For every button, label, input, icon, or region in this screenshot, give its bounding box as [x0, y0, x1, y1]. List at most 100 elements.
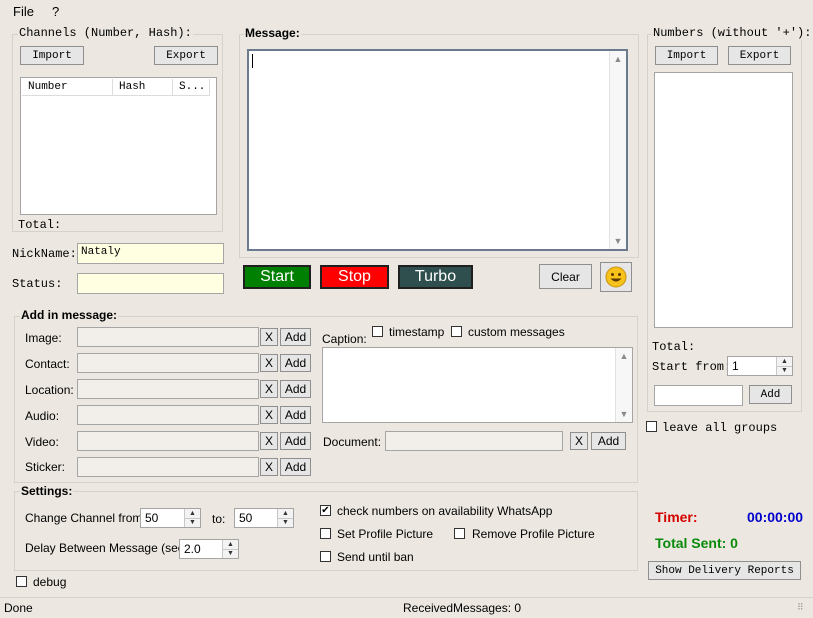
caption-scrollbar[interactable]: ▲ ▼ [615, 348, 632, 422]
delay-value: 2.0 [184, 542, 201, 556]
caption-textarea[interactable]: ▲ ▼ [322, 347, 633, 423]
send-until-ban-label: Send until ban [337, 550, 414, 564]
timer-value: 00:00:00 [747, 509, 804, 525]
stepper-down-icon[interactable]: ▼ [777, 365, 792, 375]
nickname-label: NickName: [12, 247, 77, 261]
menu-file[interactable]: File [13, 4, 34, 19]
message-title: Message: [244, 26, 301, 40]
location-add-button[interactable]: Add [280, 380, 311, 398]
contact-label: Contact: [25, 357, 70, 371]
numbers-export-button[interactable]: Export [728, 46, 791, 65]
location-clear-button[interactable]: X [260, 380, 278, 398]
number-add-input[interactable] [654, 385, 743, 406]
video-input[interactable] [77, 431, 259, 451]
channels-export-button[interactable]: Export [154, 46, 218, 65]
turbo-button[interactable]: Turbo [398, 265, 473, 289]
video-clear-button[interactable]: X [260, 432, 278, 450]
numbers-textarea[interactable] [654, 72, 793, 328]
stop-button[interactable]: Stop [320, 265, 389, 289]
clear-button[interactable]: Clear [539, 264, 592, 289]
stepper-down-icon[interactable]: ▼ [185, 517, 200, 527]
emoji-button[interactable] [600, 262, 632, 292]
set-profile-checkbox[interactable] [320, 528, 331, 539]
message-textarea[interactable]: ▲ ▼ [247, 49, 628, 251]
audio-add-button[interactable]: Add [280, 406, 311, 424]
video-label: Video: [25, 435, 59, 449]
remove-profile-label: Remove Profile Picture [472, 527, 595, 541]
menu-bar: File ? [0, 0, 813, 22]
add-in-message-title: Add in message: [20, 308, 119, 322]
timestamp-checkbox[interactable] [372, 326, 383, 337]
menu-help[interactable]: ? [52, 4, 59, 19]
channels-import-button[interactable]: Import [20, 46, 84, 65]
message-scrollbar[interactable]: ▲ ▼ [609, 51, 626, 249]
channels-total-label: Total: [18, 218, 62, 232]
sticker-clear-button[interactable]: X [260, 458, 278, 476]
contact-clear-button[interactable]: X [260, 354, 278, 372]
location-input[interactable] [77, 379, 259, 399]
status-input[interactable] [77, 273, 224, 294]
start-from-label: Start from: [652, 360, 732, 374]
sticker-add-button[interactable]: Add [280, 458, 311, 476]
column-header-number[interactable]: Number [22, 79, 113, 96]
status-bar: Done ReceivedMessages: 0 ⠿ [0, 597, 813, 618]
status-label: Status: [12, 277, 63, 291]
contact-add-button[interactable]: Add [280, 354, 311, 372]
image-label: Image: [25, 331, 62, 345]
stepper-down-icon[interactable]: ▼ [223, 548, 238, 558]
column-header-hash[interactable]: Hash [113, 79, 173, 96]
start-from-value: 1 [732, 359, 739, 373]
debug-checkbox[interactable] [16, 576, 27, 587]
timestamp-label: timestamp [389, 325, 445, 339]
stepper-up-icon[interactable]: ▲ [223, 540, 238, 549]
timer-label: Timer: [655, 509, 698, 525]
audio-clear-button[interactable]: X [260, 406, 278, 424]
debug-label: debug [33, 575, 67, 589]
leave-groups-checkbox[interactable] [646, 421, 657, 432]
change-channel-from-value: 50 [145, 511, 159, 525]
channels-table[interactable]: Number Hash S... [20, 77, 217, 215]
change-channel-to-stepper[interactable]: 50 ▲ ▼ [234, 508, 294, 528]
delay-stepper[interactable]: 2.0 ▲ ▼ [179, 539, 239, 559]
custom-messages-checkbox[interactable] [451, 326, 462, 337]
nickname-input[interactable]: Nataly [77, 243, 224, 264]
show-delivery-reports-button[interactable]: Show Delivery Reports [648, 561, 801, 580]
document-add-button[interactable]: Add [591, 432, 626, 450]
received-messages: ReceivedMessages: 0 [403, 601, 522, 615]
audio-input[interactable] [77, 405, 259, 425]
remove-profile-checkbox[interactable] [454, 528, 465, 539]
document-clear-button[interactable]: X [570, 432, 588, 450]
stepper-up-icon[interactable]: ▲ [777, 357, 792, 366]
settings-title: Settings: [20, 484, 74, 498]
resize-grip-icon[interactable]: ⠿ [797, 602, 804, 613]
to-label: to: [212, 512, 226, 526]
scroll-down-icon[interactable]: ▼ [610, 233, 626, 249]
check-numbers-label: check numbers on availability WhatsApp [337, 504, 553, 518]
stepper-down-icon[interactable]: ▼ [278, 517, 293, 527]
stepper-up-icon[interactable]: ▲ [185, 509, 200, 518]
start-from-stepper[interactable]: 1 ▲ ▼ [727, 356, 793, 376]
column-header-status[interactable]: S... [173, 79, 210, 96]
scroll-down-icon[interactable]: ▼ [616, 406, 632, 422]
status-text: Done [4, 601, 33, 615]
image-add-button[interactable]: Add [280, 328, 311, 346]
change-channel-from-stepper[interactable]: 50 ▲ ▼ [140, 508, 201, 528]
scroll-up-icon[interactable]: ▲ [616, 348, 632, 364]
document-input[interactable] [385, 431, 563, 451]
start-button[interactable]: Start [243, 265, 311, 289]
numbers-total-label: Total: [652, 340, 696, 354]
number-add-button[interactable]: Add [749, 385, 792, 404]
image-clear-button[interactable]: X [260, 328, 278, 346]
video-add-button[interactable]: Add [280, 432, 311, 450]
check-numbers-checkbox[interactable]: ✔ [320, 505, 331, 516]
location-label: Location: [25, 383, 74, 397]
stepper-up-icon[interactable]: ▲ [278, 509, 293, 518]
audio-label: Audio: [25, 409, 60, 423]
sticker-input[interactable] [77, 457, 259, 477]
numbers-import-button[interactable]: Import [655, 46, 718, 65]
contact-input[interactable] [77, 353, 259, 373]
change-channel-label: Change Channel from: [25, 511, 146, 525]
image-path-input[interactable] [77, 327, 259, 347]
scroll-up-icon[interactable]: ▲ [610, 51, 626, 67]
send-until-ban-checkbox[interactable] [320, 551, 331, 562]
